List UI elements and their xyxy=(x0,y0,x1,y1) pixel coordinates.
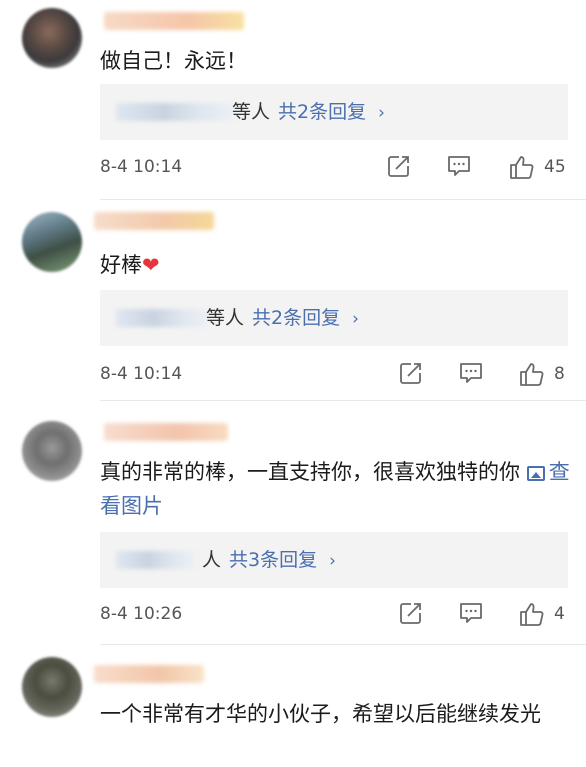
comment-item: 好棒❤ 等人 共2条回复 › 8-4 10:14 8 xyxy=(0,200,586,401)
comment-meta: 8-4 10:14 45 xyxy=(100,153,570,183)
comment-icon[interactable] xyxy=(446,153,472,181)
username-redacted[interactable] xyxy=(104,12,244,30)
reply-count-link[interactable]: 共2条回复 xyxy=(278,101,366,123)
image-icon xyxy=(526,466,545,481)
like-count: 45 xyxy=(544,157,566,177)
username-redacted[interactable] xyxy=(104,423,228,441)
chevron-right-icon: › xyxy=(329,551,336,571)
comment-body: 真的非常的棒，一直支持你，很喜欢独特的你 xyxy=(100,460,520,484)
replies-suffix: 等人 xyxy=(232,101,271,123)
thumbs-up-icon[interactable] xyxy=(518,600,546,628)
comment-icon[interactable] xyxy=(458,600,484,628)
comment-text: 一个非常有才华的小伙子，希望以后能继续发光 xyxy=(100,697,570,731)
repost-icon[interactable] xyxy=(386,153,412,181)
comment-item: 做自己！永远！ 等人 共2条回复 › 8-4 10:14 45 xyxy=(0,0,586,200)
replies-summary[interactable]: 人共3条回复 › xyxy=(100,532,568,588)
comment-feed: 做自己！永远！ 等人 共2条回复 › 8-4 10:14 45 好棒❤ 等人 共… xyxy=(0,0,586,767)
chevron-right-icon: › xyxy=(352,309,359,329)
reply-count-link[interactable]: 共3条回复 xyxy=(229,549,317,571)
comment-text: 好棒❤ xyxy=(100,248,570,282)
username-redacted[interactable] xyxy=(94,212,214,230)
avatar[interactable] xyxy=(22,421,82,481)
comment-item: 一个非常有才华的小伙子，希望以后能继续发光 xyxy=(0,645,586,767)
timestamp: 8-4 10:14 xyxy=(100,364,183,384)
replier-names-redacted xyxy=(116,309,210,327)
timestamp: 8-4 10:26 xyxy=(100,604,183,624)
replies-summary[interactable]: 等人 共2条回复 › xyxy=(100,290,568,346)
thumbs-up-icon[interactable] xyxy=(518,360,546,388)
replies-suffix: 等人 xyxy=(206,307,245,329)
replies-label: 人共3条回复 › xyxy=(202,547,336,574)
comment-text: 做自己！永远！ xyxy=(100,44,570,78)
avatar[interactable] xyxy=(22,657,82,717)
replies-summary[interactable]: 等人 共2条回复 › xyxy=(100,84,568,140)
chevron-right-icon: › xyxy=(378,103,385,123)
repost-icon[interactable] xyxy=(398,360,424,388)
replies-label: 等人 共2条回复 › xyxy=(206,305,359,332)
comment-text: 真的非常的棒，一直支持你，很喜欢独特的你 查看图片 xyxy=(100,455,570,523)
replies-label: 等人 共2条回复 › xyxy=(232,99,385,126)
username-redacted[interactable] xyxy=(94,665,204,683)
replier-names-redacted xyxy=(116,551,196,569)
comment-icon[interactable] xyxy=(458,360,484,388)
thumbs-up-icon[interactable] xyxy=(508,153,536,181)
avatar[interactable] xyxy=(22,212,82,272)
heart-emoji: ❤ xyxy=(142,253,160,277)
avatar[interactable] xyxy=(22,8,82,68)
like-count: 4 xyxy=(554,604,565,624)
like-count: 8 xyxy=(554,364,565,384)
comment-body: 一个非常有才华的小伙子，希望以后能继续发光 xyxy=(100,702,541,726)
reply-count-link[interactable]: 共2条回复 xyxy=(252,307,340,329)
comment-meta: 8-4 10:26 4 xyxy=(100,600,570,630)
replier-names-redacted xyxy=(116,103,236,121)
comment-body: 做自己！永远！ xyxy=(100,49,247,73)
timestamp: 8-4 10:14 xyxy=(100,157,183,177)
comment-item: 真的非常的棒，一直支持你，很喜欢独特的你 查看图片 人共3条回复 › 8-4 10… xyxy=(0,401,586,645)
comment-body: 好棒 xyxy=(100,253,142,277)
replies-suffix: 人 xyxy=(202,549,222,571)
repost-icon[interactable] xyxy=(398,600,424,628)
comment-meta: 8-4 10:14 8 xyxy=(100,360,570,390)
